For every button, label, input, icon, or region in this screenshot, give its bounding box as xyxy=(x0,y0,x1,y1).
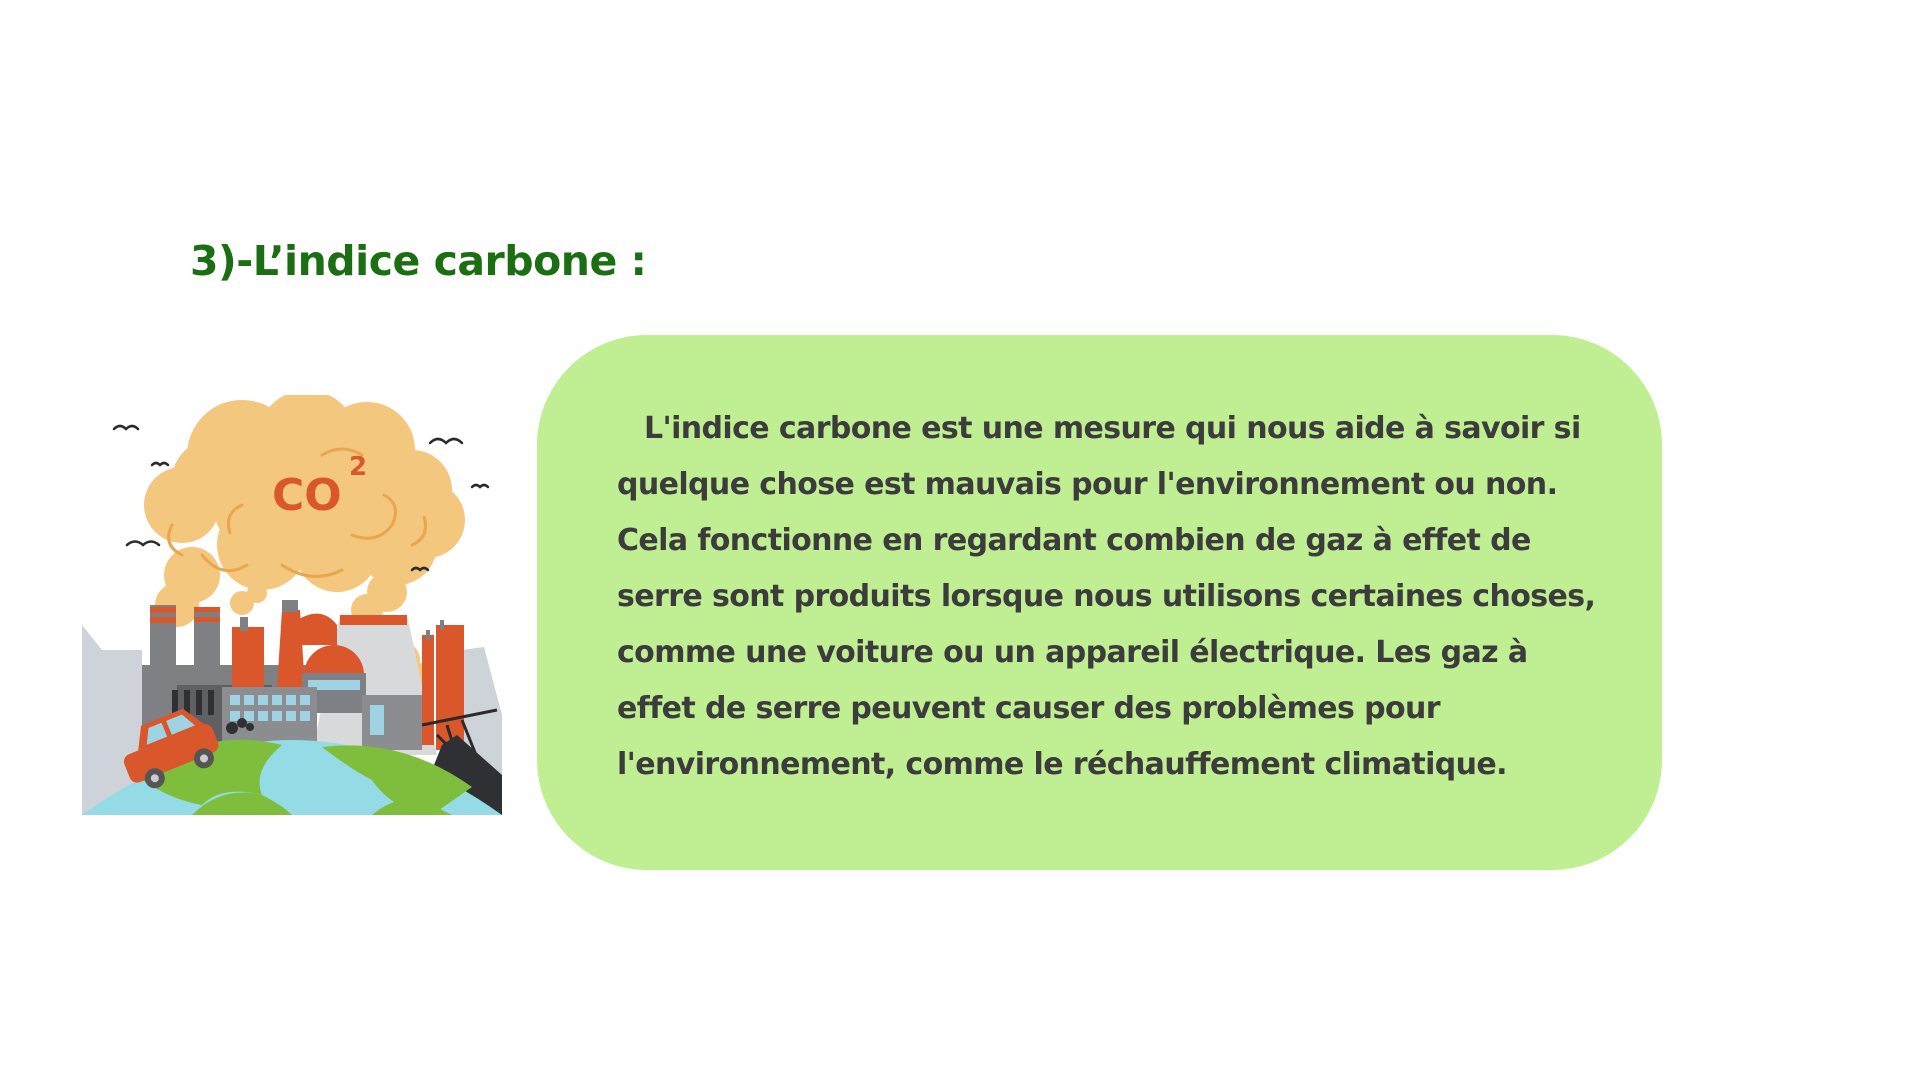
co2-label: CO xyxy=(272,470,342,521)
section-heading: 3)-L’indice carbone : xyxy=(190,237,647,285)
definition-paragraph: L'indice carbone est une mesure qui nous… xyxy=(617,411,1596,782)
co2-superscript: 2 xyxy=(349,452,367,482)
definition-box: L'indice carbone est une mesure qui nous… xyxy=(537,335,1662,870)
factory-pollution-co2-icon: CO 2 xyxy=(82,390,502,815)
pollution-illustration: CO 2 xyxy=(82,390,522,819)
